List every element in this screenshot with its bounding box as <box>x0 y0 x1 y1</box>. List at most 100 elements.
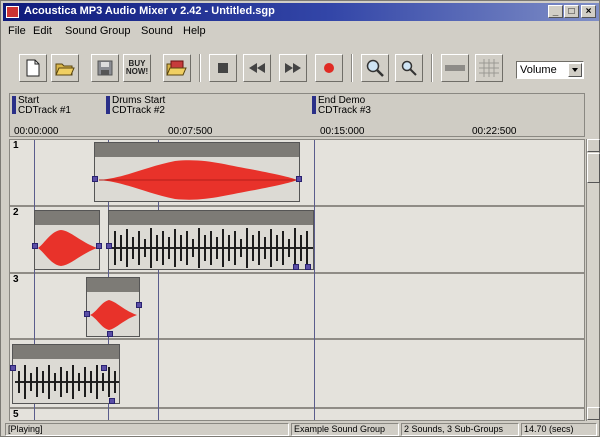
clip-handle[interactable] <box>296 176 302 182</box>
record-button[interactable] <box>315 54 343 82</box>
menu-help[interactable]: Help <box>183 25 206 37</box>
waveform-red <box>38 230 97 266</box>
clip-handle[interactable] <box>10 365 16 371</box>
scroll-thumb[interactable] <box>587 153 600 183</box>
volume-select-value: Volume <box>520 64 557 76</box>
track-number: 3 <box>13 274 19 285</box>
clip-title-bar[interactable] <box>35 211 99 225</box>
maximize-button[interactable]: □ <box>564 5 579 18</box>
menu-file[interactable]: File <box>8 25 26 37</box>
open-multiple-button[interactable] <box>163 54 191 82</box>
timeline-ruler[interactable]: Start CDTrack #1 Drums Start CDTrack #2 … <box>9 93 585 137</box>
toolbar-separator <box>431 54 433 82</box>
clip-handle[interactable] <box>32 243 38 249</box>
clip-title-bar[interactable] <box>95 143 299 157</box>
sound-clip[interactable] <box>32 210 102 270</box>
open-multiple-icon <box>166 60 187 76</box>
track-number: 5 <box>13 409 19 420</box>
clip-title-bar[interactable] <box>87 278 139 292</box>
sound-clip[interactable] <box>106 210 314 270</box>
close-button[interactable]: × <box>581 5 596 18</box>
fast-forward-icon <box>285 63 301 73</box>
waveform-red <box>99 160 297 200</box>
grid-icon <box>479 59 499 77</box>
volume-bar-button[interactable] <box>441 54 469 82</box>
menu-bar: File Edit Sound Group Sound Help <box>3 22 599 40</box>
open-folder-icon <box>55 63 75 76</box>
toolbar-separator <box>199 54 201 82</box>
track-lane[interactable]: 5 <box>10 409 584 420</box>
clip-handle[interactable] <box>84 311 90 317</box>
marker-flag-icon <box>12 96 16 114</box>
sound-clip[interactable] <box>10 344 120 404</box>
clip-handle[interactable] <box>101 365 107 371</box>
stop-icon <box>218 63 228 73</box>
status-group: Example Sound Group <box>291 423 399 436</box>
marker-drums-start[interactable]: Drums Start CDTrack #2 <box>106 96 165 116</box>
time-label: 00:15:000 <box>320 126 365 137</box>
clip-handle[interactable] <box>92 176 98 182</box>
status-bar: [Playing] Example Sound Group 2 Sounds, … <box>3 422 599 437</box>
clip-handle[interactable] <box>107 331 113 337</box>
time-label: 00:07:500 <box>168 126 213 137</box>
app-icon <box>6 6 19 18</box>
clip-handle[interactable] <box>109 398 115 404</box>
fast-forward-button[interactable] <box>279 54 307 82</box>
zoom-out-button[interactable] <box>395 54 423 82</box>
menu-edit[interactable]: Edit <box>33 25 52 37</box>
toolbar: BUY NOW! Volume <box>3 41 599 91</box>
time-label: 00:00:000 <box>14 126 59 137</box>
zoom-in-icon <box>366 59 384 77</box>
clip-handle[interactable] <box>136 302 142 308</box>
marker-end-demo[interactable]: End Demo CDTrack #3 <box>312 96 371 116</box>
record-icon <box>324 63 334 73</box>
title-bar[interactable]: Acoustica MP3 Audio Mixer v 2.42 - Untit… <box>3 3 599 21</box>
time-label: 00:22:500 <box>472 126 517 137</box>
new-icon <box>26 59 40 77</box>
open-button[interactable] <box>51 54 79 82</box>
track-number: 1 <box>13 140 19 151</box>
chevron-down-icon[interactable] <box>568 63 582 77</box>
status-counts: 2 Sounds, 3 Sub-Groups <box>401 423 519 436</box>
marker-line <box>314 140 315 420</box>
marker-flag-icon <box>312 96 316 114</box>
sound-clip[interactable] <box>92 142 302 202</box>
status-state: [Playing] <box>5 423 289 436</box>
save-disk-icon <box>97 60 113 76</box>
rewind-button[interactable] <box>243 54 271 82</box>
app-window: Acoustica MP3 Audio Mixer v 2.42 - Untit… <box>0 0 600 437</box>
clip-title-bar[interactable] <box>109 211 313 225</box>
new-button[interactable] <box>19 54 47 82</box>
clip-handle[interactable] <box>293 264 299 270</box>
waveform-red <box>90 300 137 330</box>
grid-button[interactable] <box>475 54 503 82</box>
clip-handle[interactable] <box>106 243 112 249</box>
scroll-up-icon[interactable] <box>587 139 600 152</box>
track-number: 2 <box>13 207 19 218</box>
zoom-out-icon <box>401 60 417 76</box>
rewind-icon <box>249 63 265 73</box>
clip-handle[interactable] <box>96 243 102 249</box>
menu-sound[interactable]: Sound <box>141 25 173 37</box>
clip-handle[interactable] <box>305 264 311 270</box>
waveform-dark <box>111 228 313 268</box>
volume-select[interactable]: Volume <box>516 61 584 79</box>
menu-sound-group[interactable]: Sound Group <box>65 25 130 37</box>
zoom-in-button[interactable] <box>361 54 389 82</box>
stop-button[interactable] <box>209 54 237 82</box>
clip-title-bar[interactable] <box>13 345 119 359</box>
sound-clip[interactable] <box>84 277 142 337</box>
scroll-down-icon[interactable] <box>587 407 600 420</box>
minimize-button[interactable]: _ <box>548 5 563 18</box>
volume-bar-icon <box>445 65 465 71</box>
marker-flag-icon <box>106 96 110 114</box>
track-area[interactable]: 1 2 3 5 <box>9 139 585 421</box>
vertical-scrollbar[interactable] <box>586 139 600 421</box>
window-title: Acoustica MP3 Audio Mixer v 2.42 - Untit… <box>24 5 275 17</box>
save-button[interactable] <box>91 54 119 82</box>
status-length: 14.70 (secs) <box>521 423 597 436</box>
toolbar-separator <box>351 54 353 82</box>
buy-now-icon: BUY NOW! <box>125 59 149 76</box>
marker-start[interactable]: Start CDTrack #1 <box>12 96 71 116</box>
buy-now-button[interactable]: BUY NOW! <box>123 54 151 82</box>
